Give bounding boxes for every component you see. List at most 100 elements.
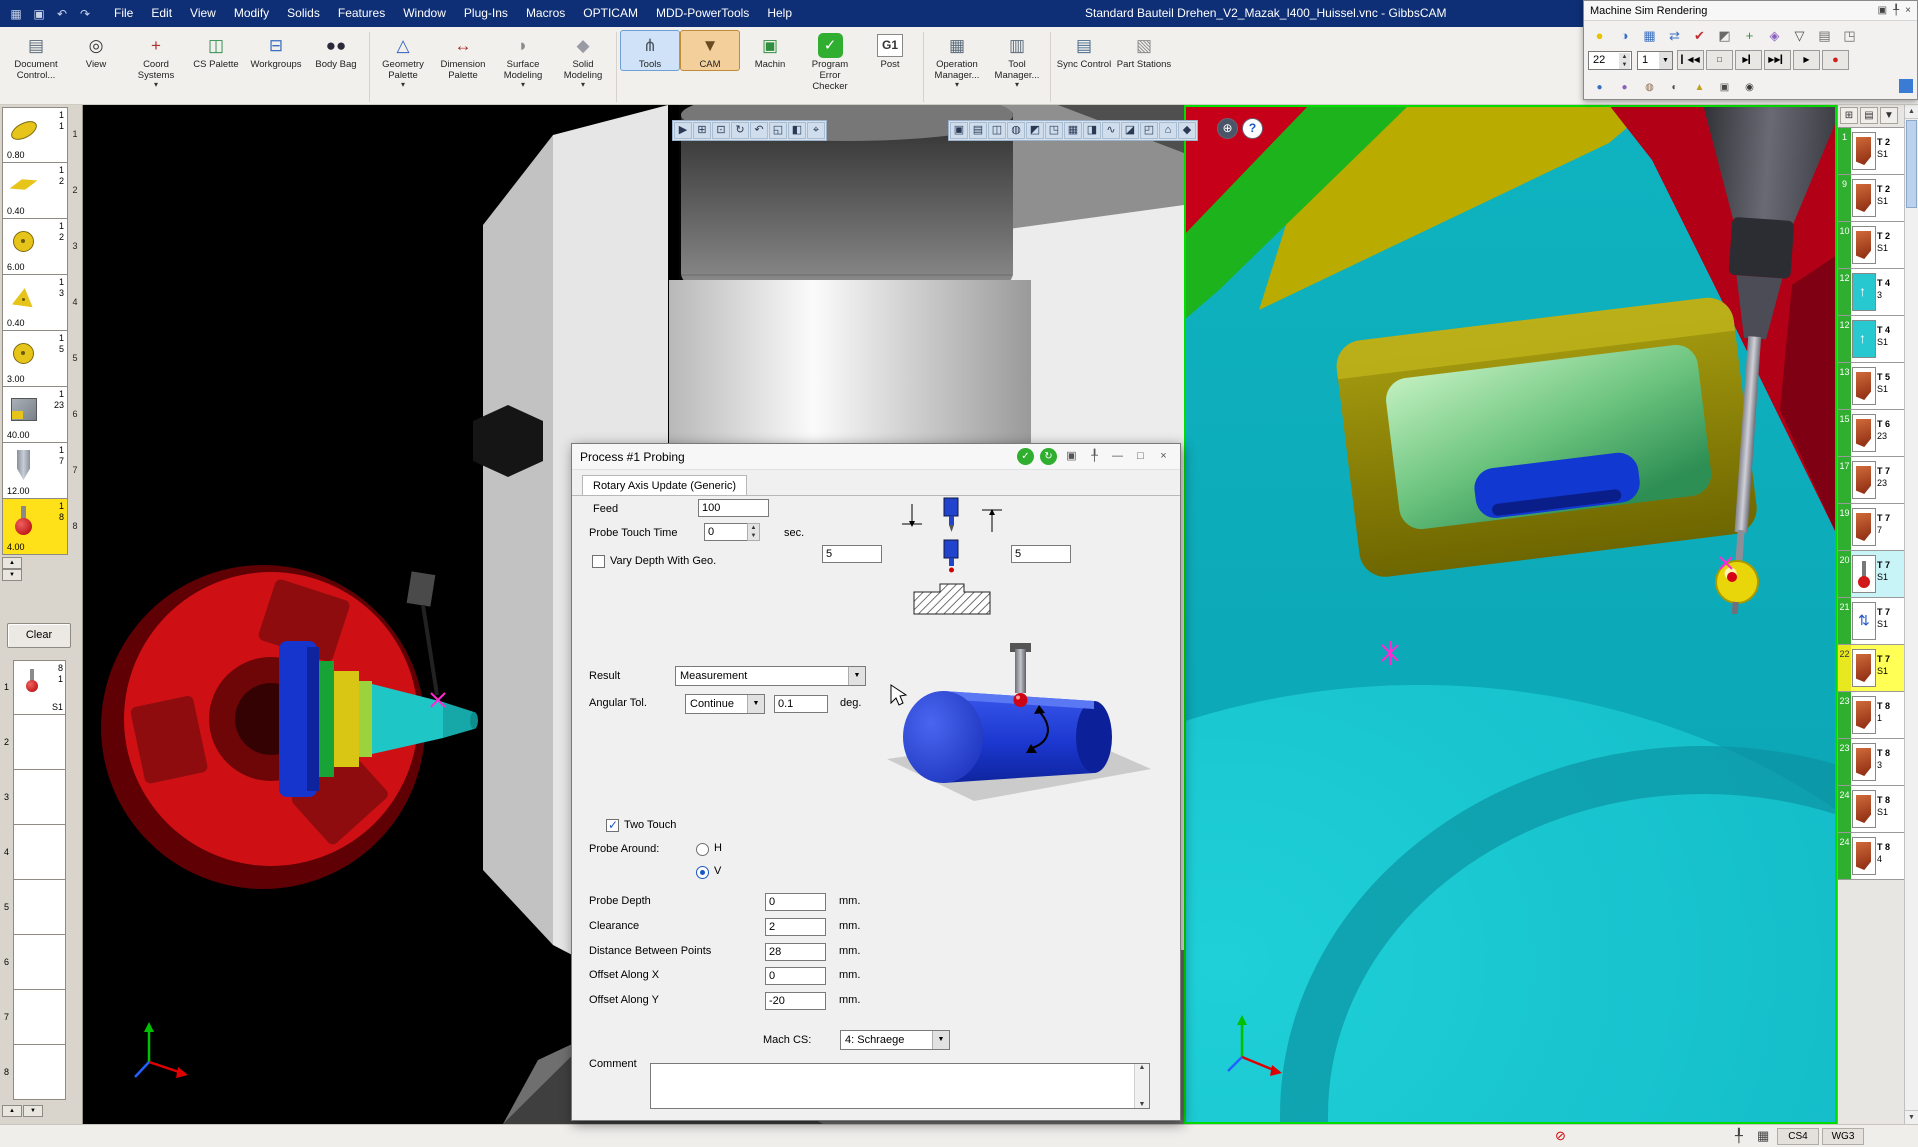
sim-dock-icon[interactable]: ▣ [1878, 5, 1887, 16]
scroll-down-icon[interactable]: ▼ [1905, 1110, 1918, 1124]
select-icon[interactable]: ▶ [674, 122, 692, 139]
menu-plug-ins[interactable]: Plug-Ins [455, 0, 517, 27]
dialog-pin-icon[interactable]: ╀ [1086, 448, 1103, 465]
dropdown-arrow-icon[interactable]: ▾ [955, 81, 959, 89]
tool-slot-8[interactable]: 184.00 [2, 499, 68, 555]
sim-color-swatch[interactable] [1899, 79, 1913, 93]
tool-slot-1[interactable]: 110.80 [2, 107, 68, 163]
tool-slot-4[interactable]: 130.40 [2, 275, 68, 331]
sim-go-to-end-button[interactable]: ▶▶▎ [1764, 50, 1791, 70]
operation-item-16[interactable]: 24T 84 [1838, 833, 1905, 880]
sort-icon[interactable]: ▼ [1880, 107, 1898, 124]
two-touch-checkbox[interactable] [606, 819, 619, 832]
menu-window[interactable]: Window [394, 0, 455, 27]
sim-tool-display-icon[interactable]: ● [1588, 76, 1611, 97]
toolbar-operation-manager[interactable]: ▦Operation Manager...▾ [927, 30, 987, 90]
sim-step-forward-button[interactable]: ▶▎ [1735, 50, 1762, 70]
toolbar-solid-modeling[interactable]: ◆Solid Modeling▾ [553, 30, 613, 90]
approach-right-input[interactable] [1011, 545, 1071, 563]
menu-solids[interactable]: Solids [278, 0, 329, 27]
cs-indicator[interactable]: CS4 [1777, 1128, 1819, 1145]
operation-item-10[interactable]: 20T 7S1 [1838, 551, 1905, 598]
sim-probe-display-icon[interactable]: ▽ [1788, 24, 1811, 45]
operation-item-12[interactable]: 22T 7S1 [1838, 645, 1905, 692]
wireframe-view-icon[interactable]: ◳ [1045, 122, 1063, 139]
toolbar-cs-palette[interactable]: ◫CS Palette [186, 30, 246, 71]
menu-help[interactable]: Help [758, 0, 801, 27]
ops-scrollbar[interactable]: ▲ ▼ [1904, 105, 1918, 1124]
stock-view-icon[interactable]: ◪ [1121, 122, 1139, 139]
comment-scrollbar[interactable]: ▲▼ [1134, 1064, 1149, 1108]
operation-item-15[interactable]: 24T 8S1 [1838, 786, 1905, 833]
sim-play-button[interactable]: ▶ [1793, 50, 1820, 70]
toolbar-dimension-palette[interactable]: ↔Dimension Palette [433, 30, 493, 82]
wg-slot-8[interactable] [13, 1045, 66, 1100]
wg-slot-4[interactable] [13, 825, 66, 880]
angular-tol-input[interactable] [774, 695, 828, 713]
cs-view-icon[interactable]: ⌖ [807, 122, 825, 139]
sim-panel-titlebar[interactable]: Machine Sim Rendering ▣╀× [1584, 1, 1917, 21]
sim-render-mode-icon[interactable]: ● [1588, 24, 1611, 45]
rotate-view-icon[interactable]: ↻ [731, 122, 749, 139]
sim-collision-icon[interactable]: ◈ [1763, 24, 1786, 45]
sim-compare-icon[interactable]: ⇄ [1663, 24, 1686, 45]
toolbar-tool-manager[interactable]: ▥Tool Manager...▾ [987, 30, 1047, 90]
toolbar-coord-systems[interactable]: +Coord Systems▾ [126, 30, 186, 90]
sim-stage-select[interactable]: 1 ▼ [1637, 51, 1673, 70]
half-view-icon[interactable]: ◨ [1083, 122, 1101, 139]
operation-item-8[interactable]: 17T 723 [1838, 457, 1905, 504]
toolbar-tools[interactable]: ⋔Tools [620, 30, 680, 71]
wg-slot-1[interactable]: 81S1 [13, 660, 66, 715]
sim-material-icon[interactable]: ▦ [1638, 24, 1661, 45]
palette-scroll-up-icon[interactable]: ▲ [2, 1105, 22, 1117]
vary-depth-checkbox[interactable] [592, 555, 605, 568]
dropdown-arrow-icon[interactable]: ▾ [401, 81, 405, 89]
menu-file[interactable]: File [105, 0, 142, 27]
sim-toolpath-display-icon[interactable]: ● [1613, 76, 1636, 97]
clearance-input[interactable] [765, 918, 826, 936]
layers-view-icon[interactable]: ▤ [969, 122, 987, 139]
scroll-up-icon[interactable]: ▲ [1905, 105, 1918, 119]
menu-features[interactable]: Features [329, 0, 394, 27]
dialog-float-icon[interactable]: ▣ [1063, 448, 1080, 465]
opacity-icon[interactable]: ◍ [1007, 122, 1025, 139]
tool-slot-7[interactable]: 1712.00 [2, 443, 68, 499]
dropdown-arrow-icon[interactable]: ▾ [1015, 81, 1019, 89]
toolbar-view[interactable]: ◎View [66, 30, 126, 71]
sim-axes-icon[interactable]: + [1738, 24, 1761, 45]
result-select[interactable]: Measurement ▼ [675, 666, 866, 686]
list-view-icon[interactable]: ▤ [1860, 107, 1878, 124]
menu-opticam[interactable]: OPTICAM [574, 0, 647, 27]
tab-rotary-axis-update[interactable]: Rotary Axis Update (Generic) [582, 475, 747, 495]
wg-slot-6[interactable] [13, 935, 66, 990]
sim-record-button[interactable]: ● [1822, 50, 1849, 70]
spin-up-icon[interactable]: ▲ [2, 557, 22, 569]
approach-left-input[interactable] [822, 545, 882, 563]
operation-item-13[interactable]: 23T 81 [1838, 692, 1905, 739]
probe-depth-input[interactable] [765, 893, 826, 911]
previous-view-icon[interactable]: ↶ [750, 122, 768, 139]
zoom-fit-icon[interactable]: ⊡ [712, 122, 730, 139]
spinner-arrows-icon[interactable]: ▲▼ [1619, 53, 1630, 69]
offset-along-y-input[interactable] [765, 992, 826, 1010]
status-pin-icon[interactable]: ╀ [1735, 1128, 1743, 1144]
sim-fixture-display-icon[interactable]: ◐ [1663, 76, 1686, 97]
toolbar-program-error-checker[interactable]: ✓Program Error Checker [800, 30, 860, 93]
dialog-titlebar[interactable]: Process #1 Probing ✓↻▣╀—□× [572, 444, 1180, 470]
toolpath-view-icon[interactable]: ∿ [1102, 122, 1120, 139]
workgroups-view-icon[interactable]: ▣ [950, 122, 968, 139]
save-icon[interactable]: ▣ [31, 6, 47, 22]
sim-go-to-start-button[interactable]: ▎◀◀ [1677, 50, 1704, 70]
sim-report-icon[interactable]: ▤ [1813, 24, 1836, 45]
toolbar-document-control[interactable]: ▤Document Control... [6, 30, 66, 82]
dialog-rerun-icon[interactable]: ↻ [1040, 448, 1057, 465]
sim-stop-button[interactable]: □ [1706, 50, 1733, 70]
sim-close-icon[interactable]: × [1905, 5, 1911, 16]
operation-item-4[interactable]: 12T 43 [1838, 269, 1905, 316]
toolbar-cam[interactable]: ▼CAM [680, 30, 740, 71]
sim-layout-icon[interactable]: ◳ [1838, 24, 1861, 45]
toolbar-part-stations[interactable]: ▧Part Stations [1114, 30, 1174, 71]
tool-slot-2[interactable]: 120.40 [2, 163, 68, 219]
sim-view-icon[interactable]: ◆ [1178, 122, 1196, 139]
zoom-fit-icon[interactable]: ⊕ [1217, 118, 1238, 139]
